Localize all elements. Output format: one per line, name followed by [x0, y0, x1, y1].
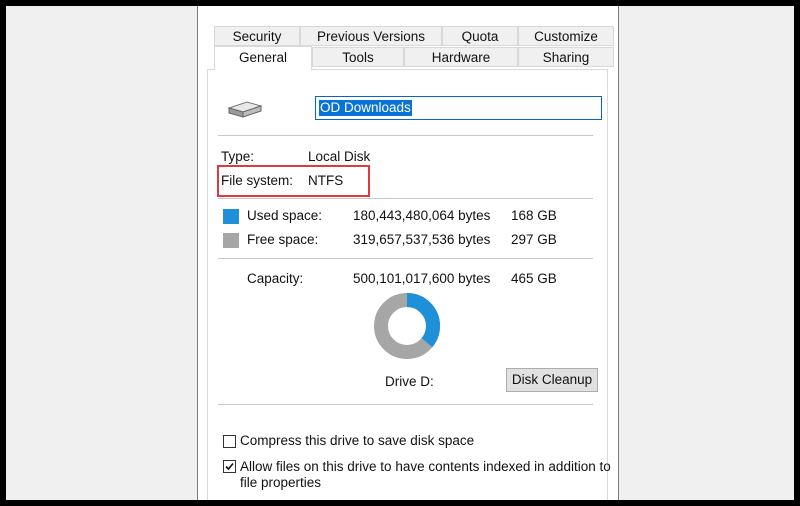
- drive-name-input[interactable]: OD Downloads: [315, 96, 602, 120]
- capacity-size: 465 GB: [511, 271, 557, 286]
- index-checkbox[interactable]: [223, 460, 236, 473]
- index-label-line1: Allow files on this drive to have conten…: [240, 459, 611, 474]
- used-space-bytes: 180,443,480,064 bytes: [353, 208, 491, 223]
- index-label-line2: file properties: [240, 475, 322, 490]
- separator: [218, 198, 593, 199]
- tab-quota[interactable]: Quota: [442, 26, 518, 46]
- disk-cleanup-button[interactable]: Disk Cleanup: [506, 368, 598, 392]
- tab-previous-versions[interactable]: Previous Versions: [300, 26, 442, 46]
- drive-icon: [227, 101, 263, 118]
- compress-label: Compress this drive to save disk space: [240, 433, 475, 448]
- used-space-label: Used space:: [247, 208, 323, 223]
- used-space-swatch: [223, 209, 239, 224]
- tab-hardware[interactable]: Hardware: [404, 47, 518, 67]
- drive-name-value: OD Downloads: [319, 100, 412, 116]
- capacity-bytes: 500,101,017,600 bytes: [353, 271, 491, 286]
- free-space-swatch: [223, 233, 239, 248]
- checkmark-icon: [225, 462, 234, 471]
- capacity-label: Capacity:: [247, 271, 304, 286]
- tab-security[interactable]: Security: [214, 26, 300, 46]
- drive-letter-label: Drive D:: [385, 374, 434, 389]
- tab-sharing[interactable]: Sharing: [518, 47, 614, 67]
- screen: Security Previous Versions Quota Customi…: [6, 6, 794, 500]
- tab-tools[interactable]: Tools: [312, 47, 404, 67]
- free-space-bytes: 319,657,537,536 bytes: [353, 232, 491, 247]
- free-space-size: 297 GB: [511, 232, 557, 247]
- separator: [218, 135, 593, 136]
- general-panel: OD Downloads Type: Local Disk File syste…: [207, 69, 611, 500]
- separator: [218, 258, 593, 259]
- used-space-size: 168 GB: [511, 208, 557, 223]
- type-label: Type:: [221, 149, 255, 164]
- separator: [218, 404, 593, 405]
- file-system-highlight-box: [217, 165, 370, 197]
- tab-general[interactable]: General: [214, 46, 312, 70]
- usage-donut-chart: [374, 293, 440, 359]
- properties-dialog: Security Previous Versions Quota Customi…: [197, 6, 619, 500]
- tab-customize[interactable]: Customize: [518, 26, 614, 46]
- compress-checkbox[interactable]: [223, 435, 236, 448]
- type-value: Local Disk: [308, 149, 371, 164]
- free-space-label: Free space:: [247, 232, 319, 247]
